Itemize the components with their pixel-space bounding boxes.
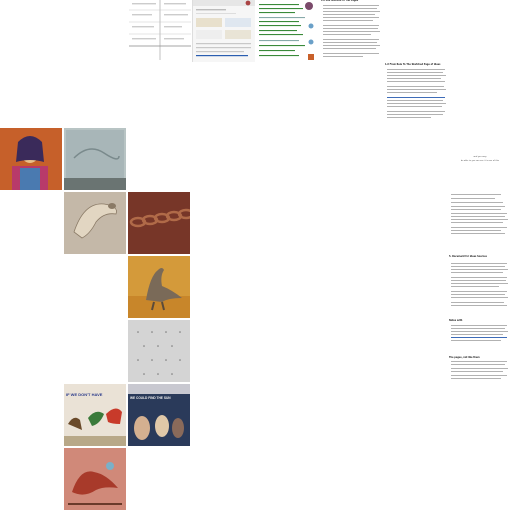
right-doc-a-lines (451, 194, 508, 234)
mural-1-caption: IF WE DON'T HAVE (66, 392, 103, 397)
stone-relief-tile[interactable] (64, 128, 126, 190)
right-doc-b-lines (451, 262, 508, 306)
caption-line-2: be able to you can see it is one of this (460, 160, 500, 162)
clay-sculpture-tile[interactable] (64, 192, 126, 254)
dino-mural-image (64, 448, 126, 510)
chain-links-image (128, 192, 190, 254)
caption-block: and you may be able to you can see it is… (449, 155, 511, 163)
right-doc-a[interactable] (449, 192, 511, 252)
right-doc-c-lines-2 (451, 361, 508, 380)
dinosaur-figure-tile[interactable] (128, 256, 190, 318)
mural-1-tile[interactable]: IF WE DON'T HAVE (64, 384, 126, 446)
doc-page-middle[interactable]: 1.6 From Rule To The Sketched Page of Id… (385, 63, 449, 128)
portrait-painting-tile[interactable] (0, 128, 62, 190)
mural-2-image (128, 384, 190, 446)
doc-thumb-table[interactable] (129, 0, 191, 60)
chain-links-tile[interactable] (128, 192, 190, 254)
right-doc-b[interactable]: 5. Document for Ideas Sources (449, 255, 511, 318)
browser-thumb[interactable] (192, 0, 255, 62)
dotted-paper-tile[interactable] (128, 320, 190, 382)
wiki-page-graphic (259, 2, 314, 60)
browser-page-graphic (193, 0, 255, 57)
wiki-thumb[interactable] (256, 0, 318, 62)
table-lines-graphic (129, 0, 191, 60)
dino-mural-tile[interactable] (64, 448, 126, 510)
portrait-painting-image (0, 128, 62, 190)
mural-2-tile[interactable]: WE COULD FIND THE SUN (128, 384, 190, 446)
dinosaur-figure-image (128, 256, 190, 318)
right-doc-c-lines (451, 324, 508, 341)
middle-text-lines (387, 68, 446, 118)
dotted-paper-image (128, 320, 190, 382)
right-doc-c[interactable]: Notes with The pages, not like them (449, 319, 511, 384)
stone-relief-image (64, 128, 126, 190)
mural-2-caption: WE COULD FIND THE SUN (130, 396, 171, 400)
doc-page-top[interactable]: 1.6 Use Stitched To The Pages (321, 0, 383, 62)
clay-sculpture-image (64, 192, 126, 254)
doc-text-lines (323, 4, 380, 57)
